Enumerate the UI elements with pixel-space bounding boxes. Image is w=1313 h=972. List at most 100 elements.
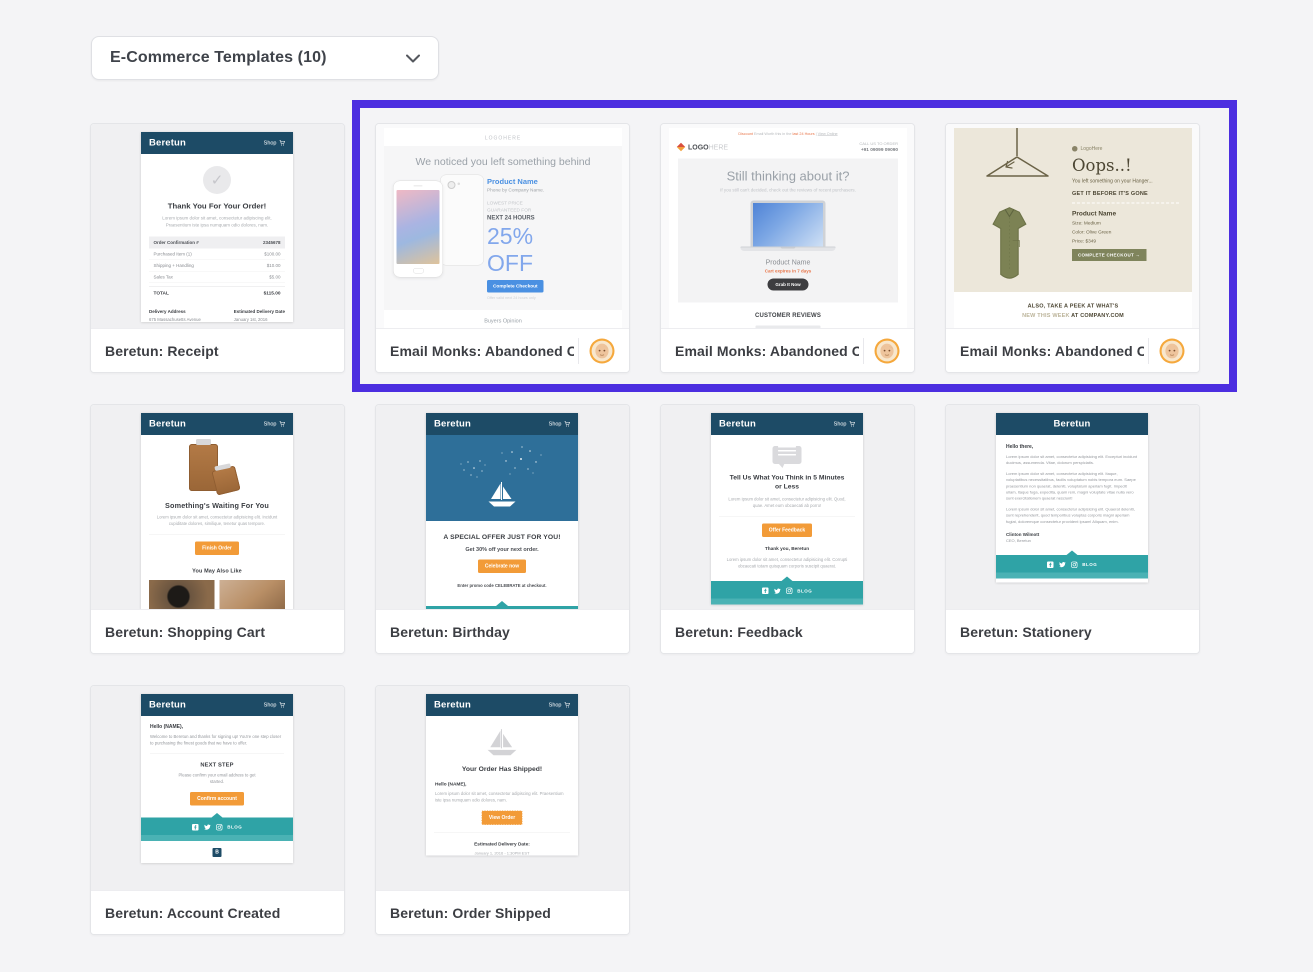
template-card-stationery[interactable]: Beretun Hello there, Lorem ipsum dolor s… <box>945 404 1200 654</box>
also-like-label: You May Also Like <box>141 568 293 574</box>
brand-logo: Beretun <box>1054 419 1091 430</box>
sailboat-icon <box>485 480 520 510</box>
shopping-body: Lorem ipsum dolor sit amet, consectetur … <box>151 514 283 527</box>
template-thumbnail[interactable]: Beretun Shop Hello (NAME), Welcome to Be… <box>91 686 344 890</box>
template-thumbnail[interactable]: Beretun Shop Your Order Has Shipped! Hel… <box>376 686 629 890</box>
template-thumbnail[interactable]: LOGOHERE We noticed you left something b… <box>376 124 629 328</box>
feedback-title: Tell Us What You Think in 5 Minutes or L… <box>728 473 846 491</box>
cart-expiry-text: Cart expires in 7 days <box>685 269 891 274</box>
email-preview-receipt: Beretun Shop ✓ Thank You For Your Order!… <box>141 132 293 322</box>
template-category-select[interactable]: E-Commerce Templates (10) <box>91 36 439 80</box>
suggested-product-image <box>220 580 286 609</box>
template-card-abandoned-cart-2[interactable]: LOGOHERE We noticed you left something b… <box>375 123 630 373</box>
twitter-icon <box>203 824 211 830</box>
instagram-icon <box>216 824 223 831</box>
confirm-label: Order Confirmation # <box>154 240 199 245</box>
email-monks-badge-icon <box>874 338 900 364</box>
urgency-text: GET IT BEFORE IT'S GONE <box>1072 190 1179 196</box>
receipt-title: Thank You For Your Order! <box>141 202 293 211</box>
facebook-icon <box>762 588 769 595</box>
feedback-body-2: Lorem ipsum dolor sit amet, consectetur … <box>724 556 850 569</box>
discount-percent: 25% <box>487 224 544 248</box>
chevron-down-icon <box>406 54 420 63</box>
template-thumbnail[interactable]: Beretun Shop ✓ Thank You For Your Order!… <box>91 124 344 328</box>
preview-checkout-button: Complete Checkout <box>487 280 544 293</box>
cart3-headline: Oops..! <box>1072 156 1179 176</box>
cart-icon <box>564 421 570 427</box>
template-thumbnail[interactable]: Beretun Shop Tell Us What You Think in 5… <box>661 405 914 609</box>
template-title: Email Monks: Abandoned Cart 3 <box>960 343 1144 359</box>
twitter-icon <box>1058 562 1066 568</box>
greeting: Hello there, <box>1006 444 1138 450</box>
cart-icon <box>564 702 570 708</box>
template-card-account-created[interactable]: Beretun Shop Hello (NAME), Welcome to Be… <box>90 685 345 935</box>
template-card-order-shipped[interactable]: Beretun Shop Your Order Has Shipped! Hel… <box>375 685 630 935</box>
template-thumbnail[interactable]: Beretun Shop A SPECIAL OFFER JUST <box>376 405 629 609</box>
shop-link: Shop <box>549 421 562 427</box>
template-thumbnail[interactable]: Discount Email Worth this in the last 24… <box>661 124 914 328</box>
logo-placeholder: LOGOHERE <box>485 136 521 142</box>
template-card-shopping-cart[interactable]: Beretun Shop Something's Waiting For You… <box>90 404 345 654</box>
facebook-icon <box>192 824 199 831</box>
buyers-opinion-label: Buyers Opinion <box>384 318 622 324</box>
email-footer: BLOG <box>996 555 1148 573</box>
divider <box>149 534 285 535</box>
brand-logo: Beretun <box>149 138 186 149</box>
phone-number: +91 09099 09090 <box>859 147 898 153</box>
email-preview-cart1: Discount Email Worth this in the last 24… <box>669 128 907 328</box>
template-thumbnail[interactable]: LogoHere Oops..! You left something on y… <box>946 124 1199 328</box>
brand-mark: B <box>213 848 222 857</box>
email-preview-cart3: LogoHere Oops..! You left something on y… <box>954 128 1192 328</box>
template-category-label: E-Commerce Templates (10) <box>110 49 327 67</box>
email-preview-stationery: Beretun Hello there, Lorem ipsum dolor s… <box>996 413 1148 582</box>
address-label: Delivery Address <box>149 309 201 314</box>
preview-view-order-button: View Order <box>481 810 522 825</box>
feedback-body: Lorem ipsum dolor sit amet, consectetur … <box>724 496 850 509</box>
signer-name: Clinton Wilmott <box>1006 532 1138 537</box>
preview-confirm-button: Confirm account <box>190 792 244 806</box>
template-thumbnail[interactable]: Beretun Hello there, Lorem ipsum dolor s… <box>946 405 1199 609</box>
shipped-body: Lorem ipsum dolor sit amet, consectetur … <box>435 791 569 804</box>
fine-print: Offer valid next 24 hours only <box>487 296 544 301</box>
phone-image <box>393 174 487 280</box>
divider <box>434 832 570 833</box>
label-divider <box>1148 338 1149 364</box>
brand-logo: Beretun <box>434 419 471 430</box>
template-card-abandoned-cart-1[interactable]: Discount Email Worth this in the last 24… <box>660 123 915 373</box>
cart-icon <box>849 421 855 427</box>
product-name: Product Name <box>685 258 891 266</box>
brand-logo: Beretun <box>149 700 186 711</box>
cropped-text-placeholder <box>756 326 821 329</box>
brand-logo: Beretun <box>434 700 471 711</box>
label-divider <box>863 338 864 364</box>
greeting: Hello (NAME), <box>435 782 569 788</box>
preview-celebrate-button: Celebrate now <box>478 560 526 574</box>
shirt-image <box>980 204 1040 289</box>
email-preview-account: Beretun Shop Hello (NAME), Welcome to Be… <box>141 694 293 863</box>
template-title: Beretun: Receipt <box>105 343 330 359</box>
cart2-headline: We noticed you left something behind <box>408 155 598 169</box>
camera-icon <box>448 181 456 189</box>
template-card-birthday[interactable]: Beretun Shop A SPECIAL OFFER JUST <box>375 404 630 654</box>
signer-role: CEO, Beretun <box>1006 538 1138 543</box>
table-row: Shipping + Handling$10.00 <box>149 260 285 272</box>
phone-back <box>440 175 484 266</box>
delivery-date-value: January 1, 2016 - 1:30PM EST <box>426 851 578 856</box>
email-footer: BLOG <box>711 581 863 599</box>
paragraph: Lorem ipsum dolor sit amet, consectetur … <box>1006 506 1138 525</box>
greeting: Hello (NAME), <box>150 724 284 730</box>
template-card-abandoned-cart-3[interactable]: LogoHere Oops..! You left something on y… <box>945 123 1200 373</box>
email-footer: BLOG <box>141 817 293 835</box>
template-title: Email Monks: Abandoned Cart 1 <box>675 343 859 359</box>
email-preview-cart2: LOGOHERE We noticed you left something b… <box>384 128 622 328</box>
template-thumbnail[interactable]: Beretun Shop Something's Waiting For You… <box>91 405 344 609</box>
receipt-intro: Lorem ipsum dolor sit amet, consectetur … <box>150 215 284 229</box>
product-color: Color: Olive Green <box>1072 229 1179 235</box>
paragraph: Lorem ipsum dolor sit amet, consectetur … <box>1006 471 1138 502</box>
divider <box>719 516 855 517</box>
template-card-feedback[interactable]: Beretun Shop Tell Us What You Think in 5… <box>660 404 915 654</box>
template-card-beretun-receipt[interactable]: Beretun Shop ✓ Thank You For Your Order!… <box>90 123 345 373</box>
brand-logo: Beretun <box>719 419 756 430</box>
email-preview-shopping: Beretun Shop Something's Waiting For You… <box>141 413 293 609</box>
instagram-icon <box>786 588 793 595</box>
